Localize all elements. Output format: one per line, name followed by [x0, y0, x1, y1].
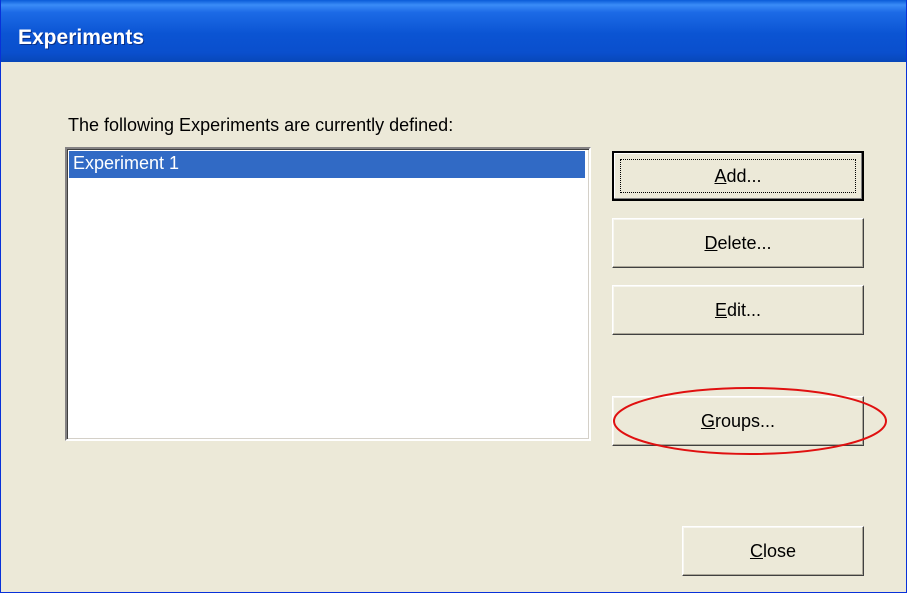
experiments-listbox[interactable]: Experiment 1 — [65, 147, 591, 441]
close-button[interactable]: Close — [682, 526, 864, 576]
delete-button-label: Delete... — [704, 233, 772, 253]
edit-button-label: Edit... — [714, 300, 762, 320]
experiments-dialog: Experiments The following Experiments ar… — [0, 0, 907, 593]
experiment-list-item[interactable]: Experiment 1 — [69, 151, 585, 178]
title-bar[interactable]: Experiments — [1, 0, 906, 62]
delete-button[interactable]: Delete... — [612, 218, 864, 268]
add-button[interactable]: Add... — [612, 151, 864, 201]
edit-button[interactable]: Edit... — [612, 285, 864, 335]
window-title: Experiments — [18, 26, 145, 49]
experiments-prompt-label: The following Experiments are currently … — [68, 115, 454, 135]
groups-button-label: Groups... — [700, 411, 776, 431]
dialog-body: The following Experiments are currently … — [1, 62, 906, 592]
groups-button[interactable]: Groups... — [612, 396, 864, 446]
close-button-label: Close — [749, 541, 797, 561]
add-button-label: Add... — [714, 166, 762, 186]
